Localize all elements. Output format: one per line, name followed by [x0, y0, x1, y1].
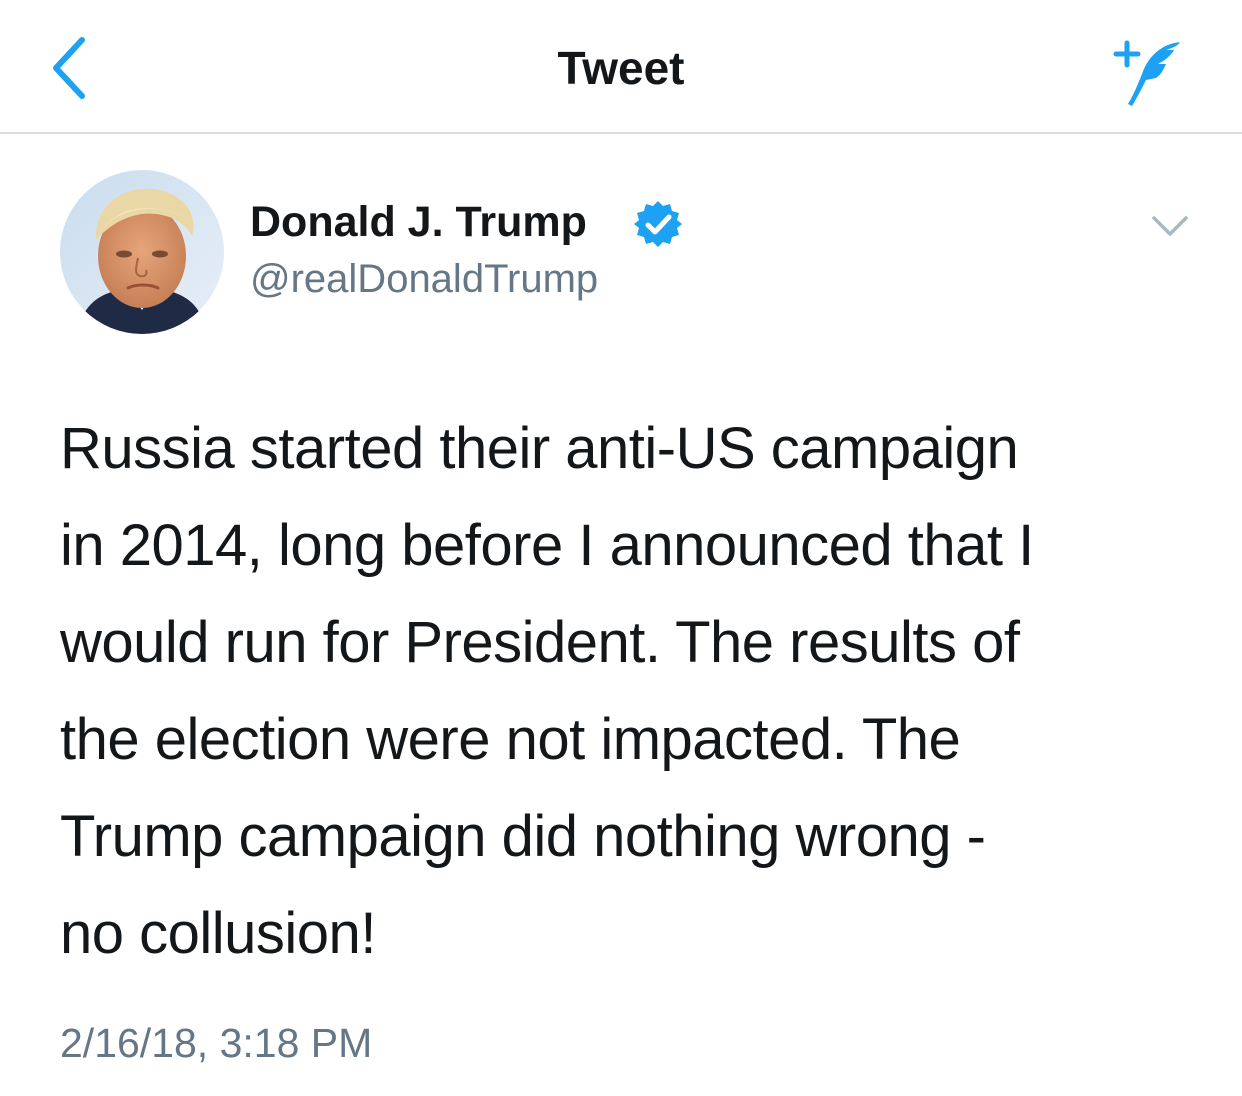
tweet-text-line: the election were not impacted. The: [60, 707, 961, 772]
nav-bar: Tweet: [0, 0, 1242, 134]
verified-badge-icon: [632, 198, 684, 250]
author-name[interactable]: Donald J. Trump: [250, 196, 587, 248]
tweet-text-line: no collusion!: [60, 901, 376, 966]
page-title: Tweet: [557, 42, 685, 94]
tweet-text-line: would run for President. The results of: [60, 610, 1020, 675]
tweet-text-line: Russia started their anti-US campaign: [60, 416, 1019, 481]
tweet-options-button[interactable]: [1148, 208, 1192, 244]
profile-photo: [60, 170, 224, 334]
tweet-timestamp: 2/16/18, 3:18 PM: [60, 1020, 373, 1066]
compose-tweet-icon: [1113, 40, 1180, 106]
compose-tweet-button[interactable]: [1104, 34, 1190, 110]
tweet-text-line: in 2014, long before I announced that I: [60, 513, 1034, 578]
tweet-text: Russia started their anti-US campaign in…: [60, 400, 1200, 982]
tweet-text-line: Trump campaign did nothing wrong -: [60, 804, 986, 869]
avatar[interactable]: [60, 170, 224, 334]
author-handle[interactable]: @realDonaldTrump: [250, 254, 598, 304]
chevron-down-icon: [1152, 216, 1188, 236]
